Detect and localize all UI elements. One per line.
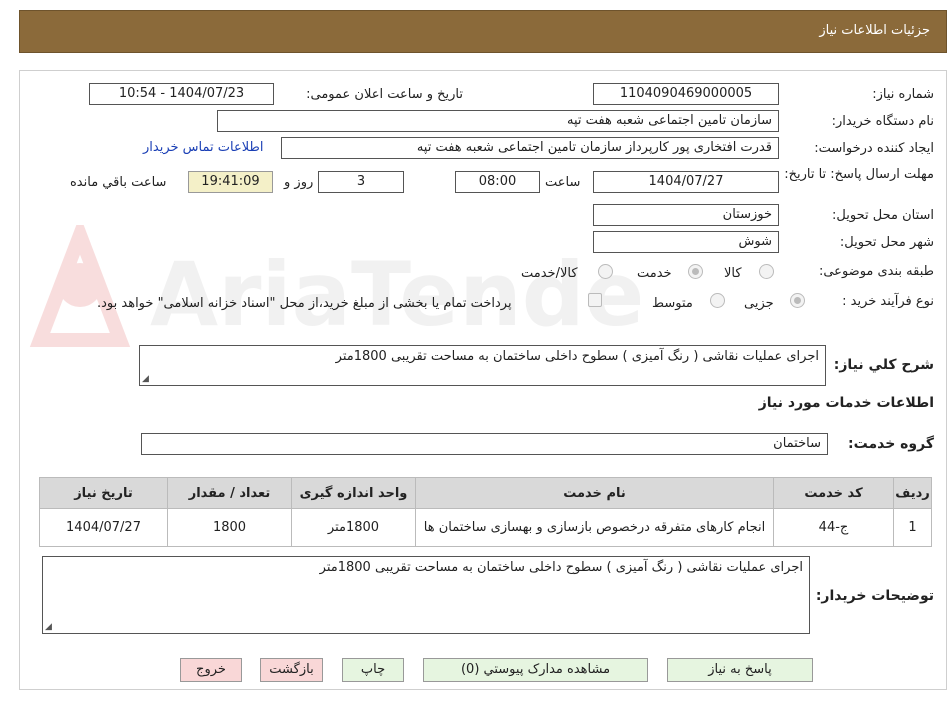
col-header-service-code: کد خدمت: [773, 477, 894, 509]
category-label: طبقه بندی موضوعی:: [818, 264, 934, 279]
cell-service-name: انجام کارهای متفرقه درخصوص بازسازی و بهس…: [415, 508, 774, 547]
buyer-notes-label: توضیحات خریدار:: [815, 588, 934, 604]
treasury-payment-note: پرداخت تمام یا بخشی از مبلغ خرید،از محل …: [97, 296, 512, 311]
cell-quantity: 1800: [167, 508, 292, 547]
col-header-row-number: ردیف: [893, 477, 932, 509]
cell-row-number: 1: [893, 508, 932, 547]
buyer-notes-textarea[interactable]: اجرای عملیات نقاشی ( رنگ آمیزی ) سطوح دا…: [42, 556, 810, 634]
category-service-label: خدمت: [637, 266, 672, 281]
buyer-org-label: نام دستگاه خریدار:: [831, 114, 934, 129]
need-number-field[interactable]: 1104090469000005: [593, 83, 779, 105]
description-text: اجرای عملیات نقاشی ( رنگ آمیزی ) سطوح دا…: [335, 349, 819, 364]
table-header-row: ردیف کد خدمت نام خدمت واحد اندازه گیری ت…: [39, 477, 932, 509]
days-field[interactable]: 3: [318, 171, 404, 193]
process-medium-radio[interactable]: [710, 293, 725, 308]
col-header-service-name: نام خدمت: [415, 477, 774, 509]
reply-button[interactable]: پاسخ به نیاز: [667, 658, 813, 682]
services-heading: اطلاعات خدمات مورد نیاز: [758, 395, 934, 411]
city-label: شهر محل تحویل:: [839, 235, 934, 250]
process-minor-label: جزیی: [744, 296, 774, 311]
requester-field[interactable]: قدرت افتخاری پور کارپرداز سازمان تامین ا…: [281, 137, 779, 159]
buyer-org-field[interactable]: سازمان تامین اجتماعی شعبه هفت تپه: [217, 110, 779, 132]
deadline-date-field[interactable]: 1404/07/27: [593, 171, 779, 193]
back-button[interactable]: بازگشت: [260, 658, 323, 682]
table-row: 1 ج-44 انجام کارهای متفرقه درخصوص بازساز…: [39, 508, 932, 547]
service-group-field[interactable]: ساختمان: [141, 433, 828, 455]
announce-label: تاریخ و ساعت اعلان عمومی:: [306, 87, 463, 102]
process-medium-label: متوسط: [652, 296, 693, 311]
category-goods-radio[interactable]: [759, 264, 774, 279]
service-group-label: گروه خدمت:: [848, 436, 934, 452]
announce-datetime-field[interactable]: 1404/07/23 - 10:54: [89, 83, 274, 105]
category-goods-service-label: کالا/خدمت: [521, 266, 578, 281]
resize-grip-icon[interactable]: ◢: [142, 374, 149, 384]
category-goods-label: کالا: [724, 266, 742, 281]
col-header-need-date: تاریخ نیاز: [39, 477, 168, 509]
cell-unit: 1800متر: [291, 508, 416, 547]
cell-service-code: ج-44: [773, 508, 894, 547]
province-field[interactable]: خوزستان: [593, 204, 779, 226]
process-label: نوع فرآیند خرید :: [842, 294, 934, 309]
resize-grip-icon[interactable]: ◢: [45, 622, 52, 632]
deadline-time-field[interactable]: 08:00: [455, 171, 540, 193]
page-header: جزئیات اطلاعات نیاز: [19, 10, 947, 53]
cell-need-date: 1404/07/27: [39, 508, 168, 547]
buyer-contact-link[interactable]: اطلاعات تماس خریدار: [143, 140, 263, 155]
exit-button[interactable]: خروج: [180, 658, 242, 682]
remaining-time-field: 19:41:09: [188, 171, 273, 193]
description-label: شرح کلي نياز:: [833, 357, 934, 373]
days-label: روز و: [284, 175, 314, 190]
col-header-unit: واحد اندازه گیری: [291, 477, 416, 509]
deadline-label: مهلت ارسال پاسخ: تا تاریخ:: [784, 167, 934, 182]
process-minor-radio[interactable]: [790, 293, 805, 308]
city-field[interactable]: شوش: [593, 231, 779, 253]
deadline-time-label: ساعت: [545, 175, 581, 190]
buyer-notes-text: اجرای عملیات نقاشی ( رنگ آمیزی ) سطوح دا…: [319, 560, 803, 575]
print-button[interactable]: چاپ: [342, 658, 404, 682]
services-table: ردیف کد خدمت نام خدمت واحد اندازه گیری ت…: [39, 477, 932, 547]
treasury-payment-checkbox[interactable]: [588, 293, 602, 307]
page-title: جزئیات اطلاعات نیاز: [819, 23, 930, 38]
province-label: استان محل تحویل:: [832, 208, 934, 223]
view-attachments-button[interactable]: مشاهده مدارک پیوستي (0): [423, 658, 648, 682]
description-textarea[interactable]: اجرای عملیات نقاشی ( رنگ آمیزی ) سطوح دا…: [139, 345, 826, 386]
remaining-label: ساعت باقي مانده: [70, 175, 167, 190]
col-header-quantity: تعداد / مقدار: [167, 477, 292, 509]
need-number-label: شماره نیاز:: [872, 87, 934, 102]
category-service-radio[interactable]: [688, 264, 703, 279]
requester-label: ایجاد کننده درخواست:: [814, 141, 934, 156]
category-goods-service-radio[interactable]: [598, 264, 613, 279]
